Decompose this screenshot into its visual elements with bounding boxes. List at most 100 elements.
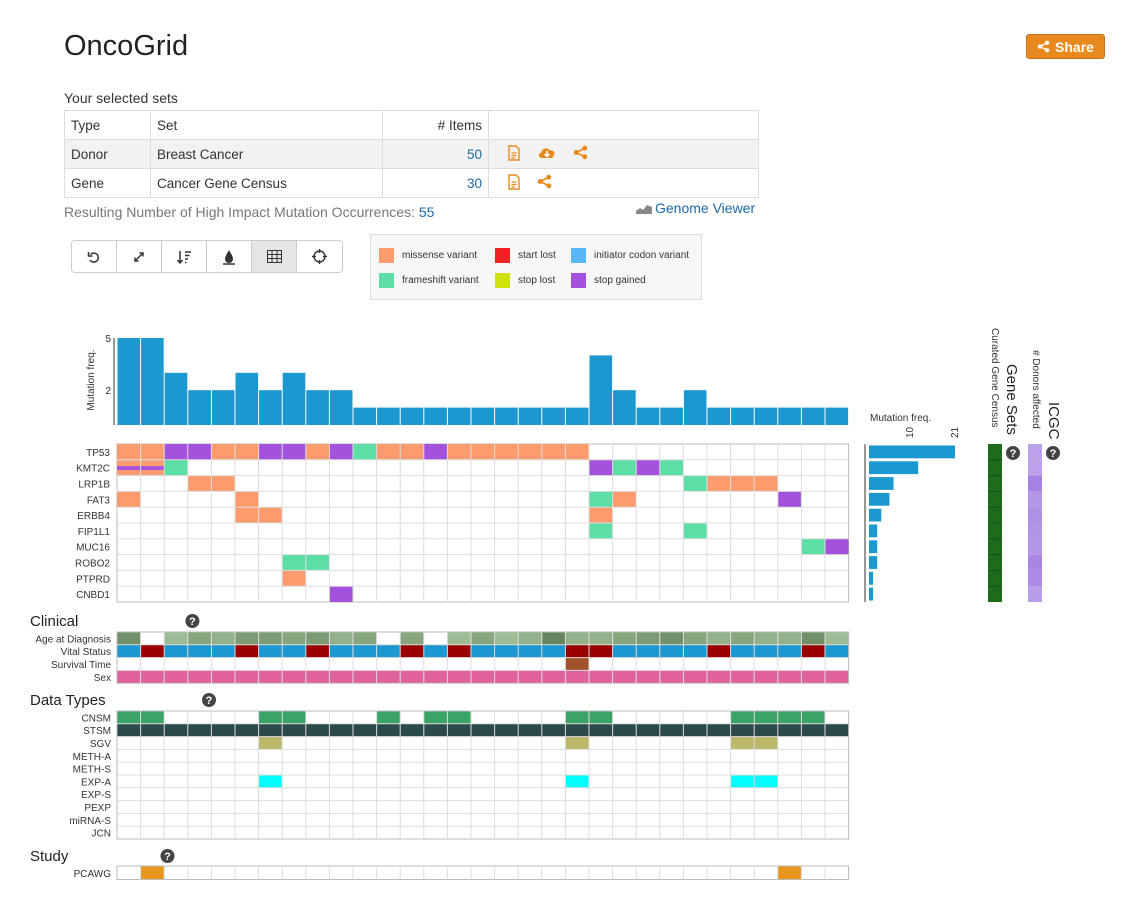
mutation-cell[interactable] [707,475,731,492]
mutation-cell-stripe[interactable] [140,466,165,471]
icgc-donors-cell[interactable] [1028,586,1042,602]
histogram-bar[interactable] [825,407,849,425]
gene-histogram-bar[interactable] [869,508,882,522]
data-type-cell[interactable] [164,723,188,737]
histogram-bar[interactable] [447,407,471,425]
data-type-cell[interactable] [305,723,330,737]
mutation-cell[interactable] [258,507,283,523]
data-type-cell[interactable] [117,723,141,737]
data-type-cell[interactable] [258,736,283,750]
data-type-cell[interactable] [258,775,283,788]
histogram-bar[interactable] [613,390,636,425]
histogram-bar[interactable] [778,407,801,425]
vital-status-cell[interactable] [518,644,542,658]
data-type-cell[interactable] [423,711,448,724]
vital-status-cell[interactable] [612,644,637,658]
histogram-bar[interactable] [707,407,731,425]
data-type-cell[interactable] [518,723,542,737]
mutation-cell[interactable] [329,444,353,460]
histogram-bar[interactable] [565,407,589,425]
histogram-bar[interactable] [282,372,306,425]
mutation-cell[interactable] [329,586,353,602]
age-cell[interactable] [777,632,802,645]
mutation-cell[interactable] [187,444,212,460]
vital-status-cell[interactable] [636,644,660,658]
data-type-cell[interactable] [541,723,566,737]
data-type-cell[interactable] [258,723,283,737]
icgc-donors-cell[interactable] [1028,475,1042,492]
data-type-cell[interactable] [376,711,401,724]
mutation-cell[interactable] [612,459,637,476]
gene-histogram-bar[interactable] [869,477,894,490]
mutation-cell[interactable] [305,554,330,571]
data-type-cell[interactable] [707,723,731,737]
vital-status-cell[interactable] [541,644,566,658]
age-cell[interactable] [541,632,566,645]
mutation-cell[interactable] [612,491,637,508]
vital-status-cell[interactable] [376,644,401,658]
histogram-bar[interactable] [683,390,707,425]
gene-histogram-bar[interactable] [869,445,955,459]
icgc-donors-cell[interactable] [1028,538,1042,555]
icgc-donors-cell[interactable] [1028,444,1042,460]
mutation-cell[interactable] [636,459,660,476]
gene-histogram-bar[interactable] [869,556,878,569]
data-type-cell[interactable] [447,723,471,737]
data-type-cell[interactable] [730,723,755,737]
mutation-cell[interactable] [211,475,235,492]
histogram-bar[interactable] [636,407,660,425]
sex-track[interactable] [117,670,849,684]
gene-histogram-bar[interactable] [869,492,890,506]
histogram-bar[interactable] [117,338,141,425]
histogram-bar[interactable] [400,407,424,425]
gene-histogram-bar[interactable] [869,461,919,475]
age-cell[interactable] [282,632,306,645]
mutation-cell[interactable] [518,444,542,460]
data-type-cell[interactable] [565,723,589,737]
data-type-cell[interactable] [754,723,778,737]
vital-status-cell[interactable] [494,644,519,658]
mutation-cell[interactable] [494,444,519,460]
age-cell[interactable] [235,632,259,645]
data-type-cell[interactable] [589,711,613,724]
vital-status-cell[interactable] [659,644,684,658]
histogram-bar[interactable] [164,372,188,425]
age-cell[interactable] [447,632,471,645]
vital-status-cell[interactable] [164,644,188,658]
mutation-cell[interactable] [447,444,471,460]
vital-status-cell[interactable] [353,644,377,658]
mutation-cell-stripe[interactable] [117,466,141,471]
data-type-cell[interactable] [683,723,707,737]
mutation-cell[interactable] [541,444,566,460]
data-type-cell[interactable] [140,711,165,724]
data-type-cell[interactable] [565,736,589,750]
data-type-cell[interactable] [471,723,495,737]
mutation-cell[interactable] [164,459,188,476]
age-cell[interactable] [636,632,660,645]
data-type-cell[interactable] [636,723,660,737]
vital-status-cell[interactable] [117,644,141,658]
data-type-cell[interactable] [447,711,471,724]
age-cell[interactable] [258,632,283,645]
mutation-cell[interactable] [117,444,141,460]
data-type-cell[interactable] [187,723,212,737]
histogram-bar[interactable] [731,407,754,425]
mutation-cell[interactable] [305,444,330,460]
data-type-cell[interactable] [659,723,684,737]
age-cell[interactable] [730,632,755,645]
age-cell[interactable] [400,632,424,645]
histogram-bar[interactable] [471,407,495,425]
vital-status-cell[interactable] [707,644,731,658]
vital-status-cell[interactable] [305,644,330,658]
vital-status-cell[interactable] [187,644,212,658]
mutation-cell[interactable] [423,444,448,460]
data-type-cell[interactable] [730,775,755,788]
data-type-cell[interactable] [400,723,424,737]
histogram-bar[interactable] [542,407,565,425]
age-cell[interactable] [471,632,495,645]
age-cell[interactable] [754,632,778,645]
data-type-cell[interactable] [423,723,448,737]
data-type-cell[interactable] [376,723,401,737]
age-cell[interactable] [683,632,707,645]
histogram-bar[interactable] [424,407,447,425]
